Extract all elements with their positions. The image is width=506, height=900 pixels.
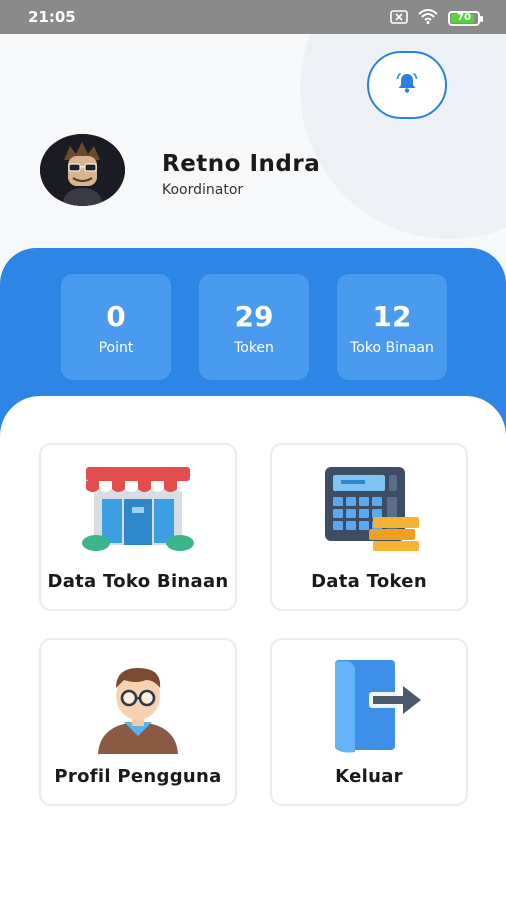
sim-card-icon <box>390 9 408 28</box>
status-bar: 21:05 70 <box>0 0 506 34</box>
stat-card-token[interactable]: 29 Token <box>199 274 309 380</box>
menu-label: Profil Pengguna <box>54 766 222 787</box>
user-role: Koordinator <box>162 182 244 198</box>
stat-value: 12 <box>372 300 412 333</box>
stat-value: 0 <box>106 300 126 333</box>
stat-card-toko-binaan[interactable]: 12 Toko Binaan <box>337 274 447 380</box>
status-time: 21:05 <box>28 8 76 26</box>
menu-label: Keluar <box>335 766 403 787</box>
battery-icon: 70 <box>448 11 483 26</box>
battery-level: 70 <box>457 12 471 23</box>
stat-label: Toko Binaan <box>350 340 434 356</box>
notification-button[interactable] <box>367 51 447 119</box>
store-icon <box>41 463 235 553</box>
profile-header: Retno Indra Koordinator <box>0 34 506 274</box>
status-icons: 70 <box>390 9 483 28</box>
menu-data-toko-binaan[interactable]: Data Toko Binaan <box>39 443 237 611</box>
menu-data-token[interactable]: Data Token <box>270 443 468 611</box>
wifi-icon <box>418 9 438 28</box>
menu-label: Data Toko Binaan <box>47 571 229 592</box>
stat-label: Token <box>234 340 274 356</box>
avatar[interactable] <box>40 134 125 206</box>
stat-value: 29 <box>234 300 274 333</box>
stat-label: Point <box>98 340 134 356</box>
user-profile-icon <box>41 658 235 754</box>
menu-profil-pengguna[interactable]: Profil Pengguna <box>39 638 237 806</box>
menu-label: Data Token <box>311 571 427 592</box>
menu-area: Data Toko Binaan Data Token Profil Pengg… <box>0 396 506 900</box>
menu-keluar[interactable]: Keluar <box>270 638 468 806</box>
logout-door-icon <box>272 658 466 754</box>
stat-card-point[interactable]: 0 Point <box>61 274 171 380</box>
bell-icon <box>395 71 419 99</box>
user-name: Retno Indra <box>162 151 321 177</box>
calculator-icon <box>272 463 466 553</box>
